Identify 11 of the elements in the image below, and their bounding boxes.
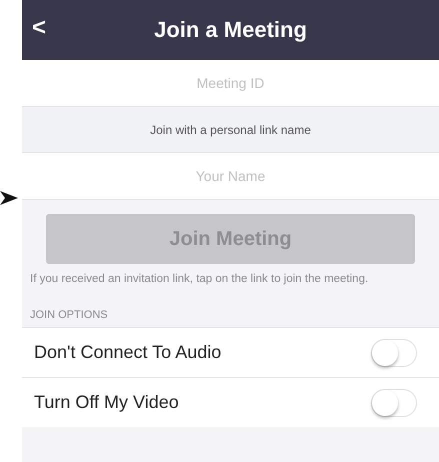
option-label: Don't Connect To Audio — [34, 342, 222, 363]
meeting-id-field[interactable]: Meeting ID — [22, 60, 439, 107]
section-label: JOIN OPTIONS — [29, 308, 109, 323]
hint-text: If you received an invitation link, tap on the link to join the meeting. — [30, 272, 370, 287]
option-label: Turn Off My Video — [34, 392, 179, 413]
page-title: Join a Meeting — [154, 17, 307, 43]
arrow-icon — [0, 188, 18, 208]
back-button[interactable]: < — [26, 14, 52, 42]
name-field[interactable]: Your Name — [22, 153, 439, 200]
toggle-switch[interactable] — [371, 338, 417, 366]
toggle-switch[interactable] — [371, 388, 417, 416]
